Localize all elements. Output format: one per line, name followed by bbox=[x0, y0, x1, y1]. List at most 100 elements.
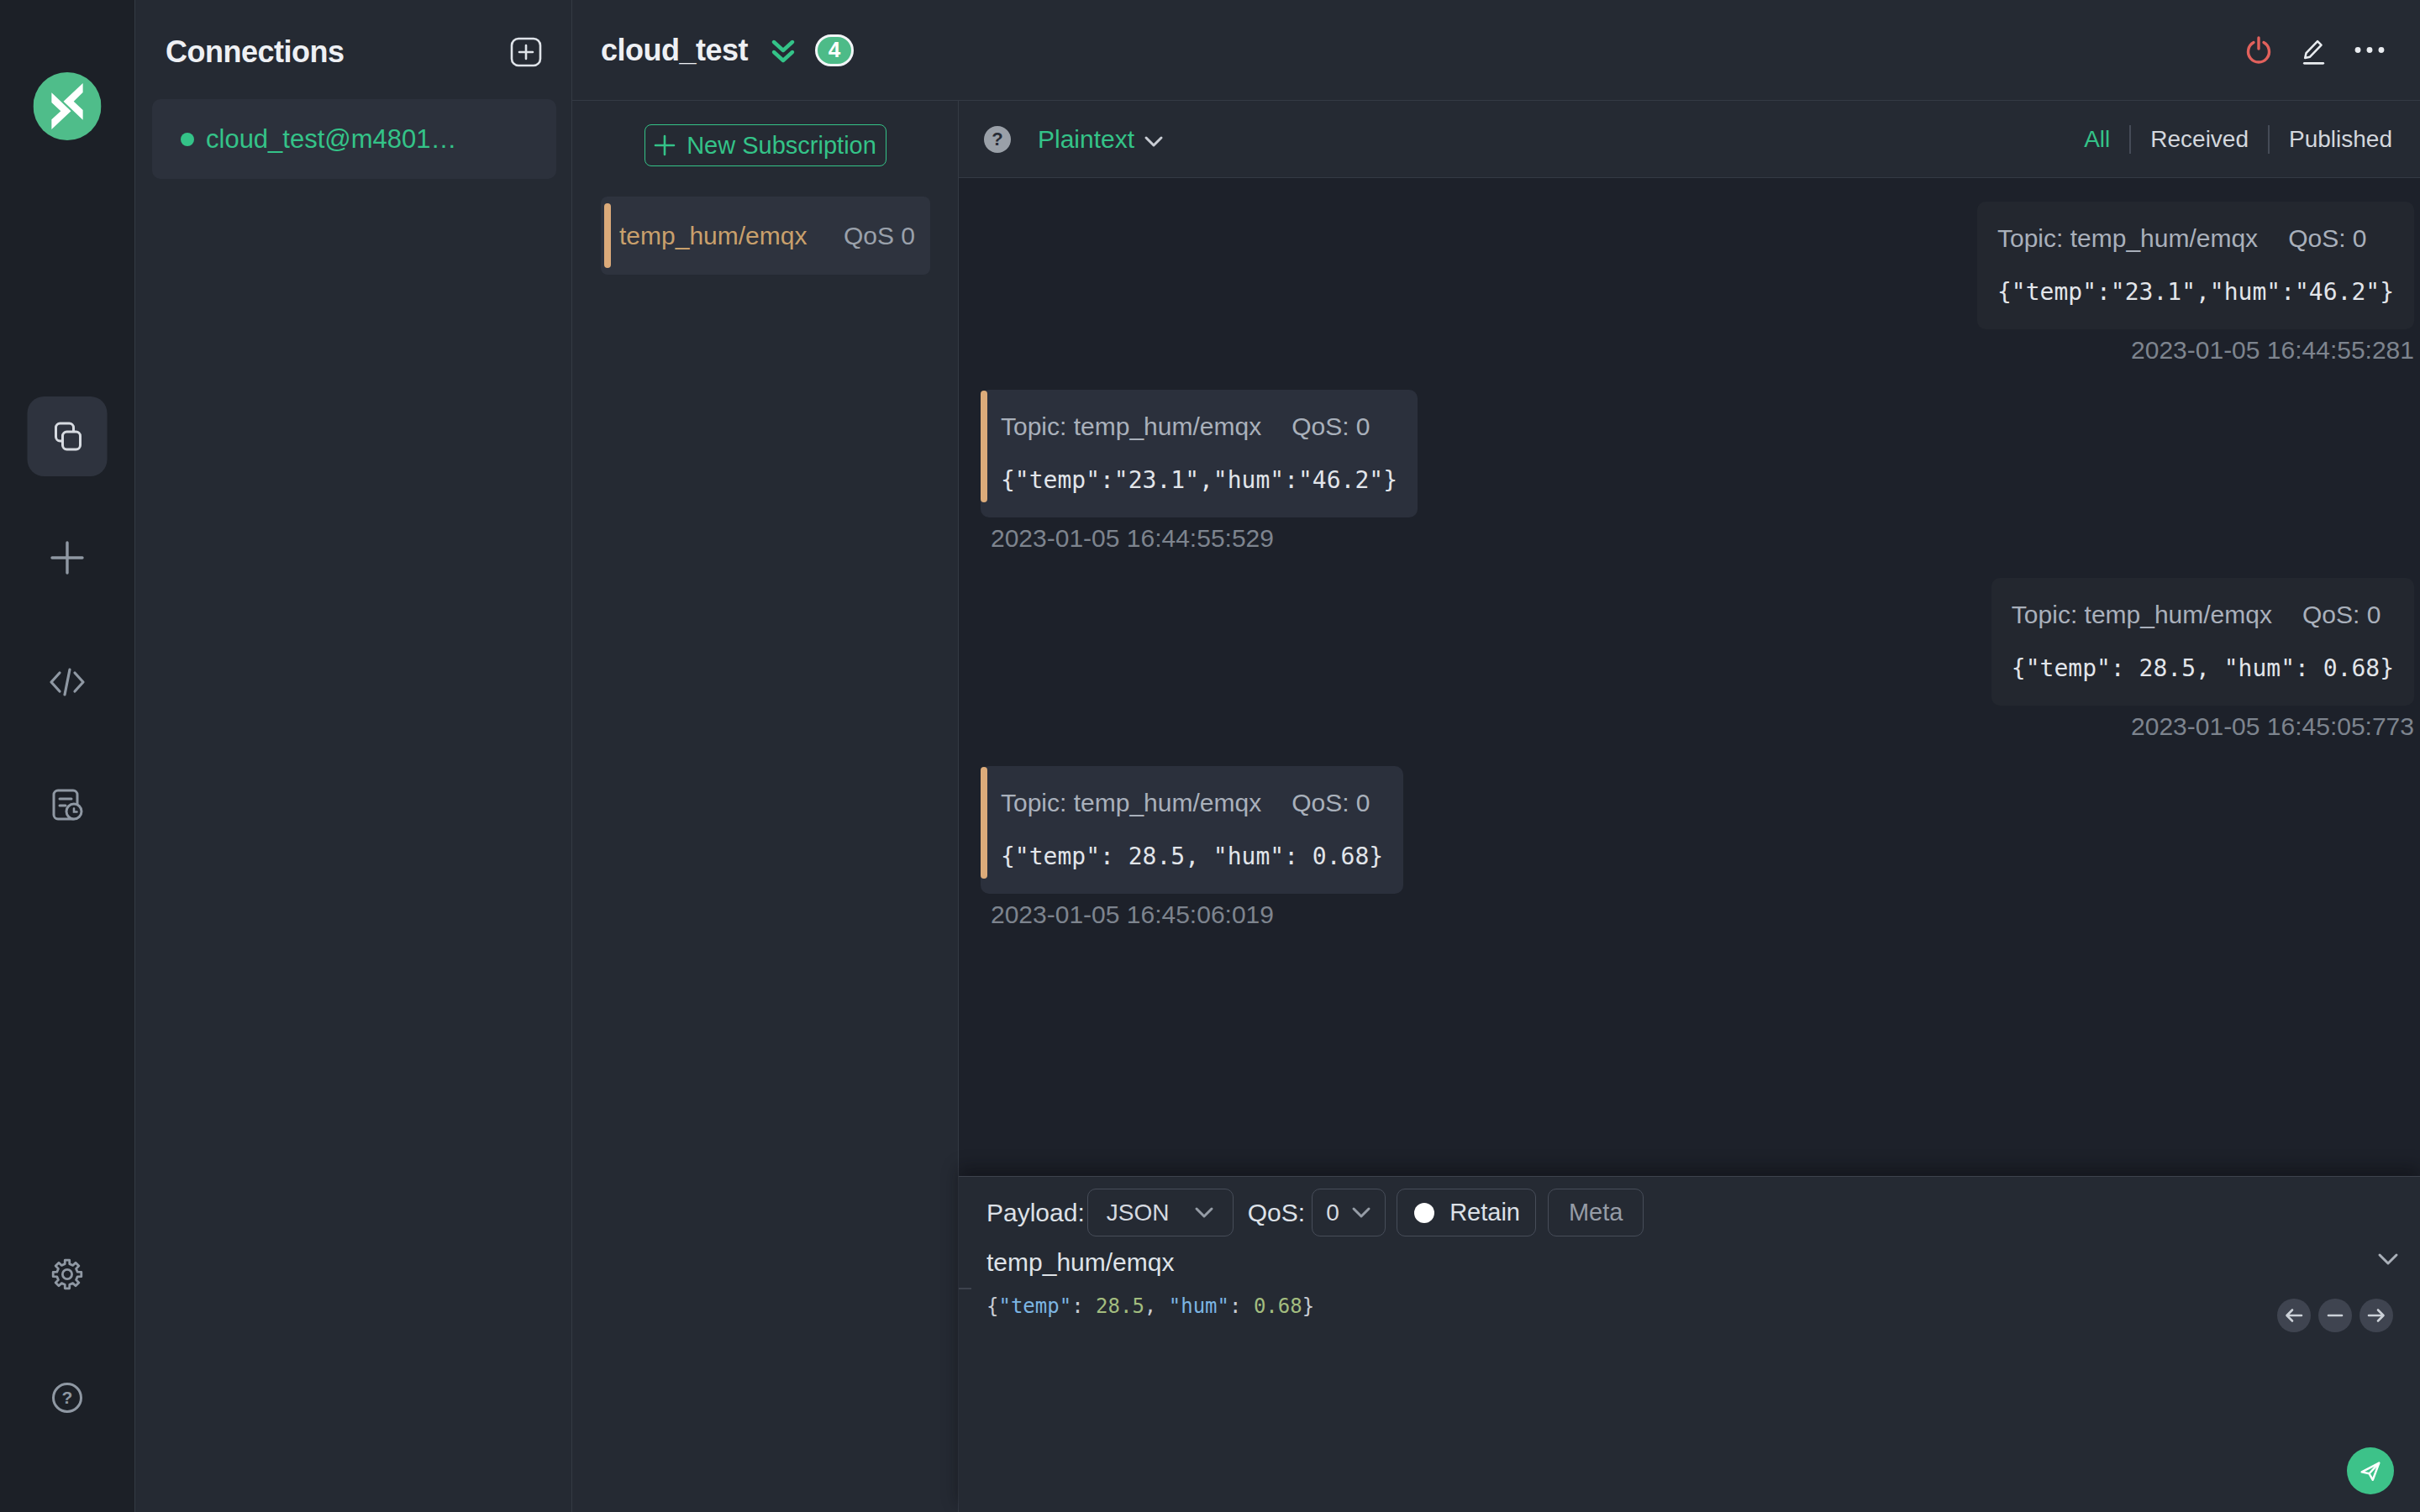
editor-divider bbox=[959, 1288, 971, 1289]
send-plane-icon bbox=[2358, 1458, 2383, 1483]
new-subscription-button[interactable]: New Subscription bbox=[644, 124, 886, 166]
filter-separator bbox=[2129, 125, 2131, 154]
content-row: New Subscription temp_hum/emqx QoS 0 ? P… bbox=[572, 101, 2420, 1512]
minus-icon bbox=[2324, 1306, 2346, 1325]
editor-token: { bbox=[986, 1294, 998, 1318]
plus-icon bbox=[48, 538, 87, 577]
message-color-bar bbox=[981, 767, 987, 879]
connection-list-item[interactable]: cloud_test@m4801… bbox=[152, 99, 556, 179]
payload-format-dropdown[interactable]: JSON bbox=[1087, 1189, 1234, 1236]
qos-label: QoS: bbox=[1248, 1199, 1305, 1227]
more-actions-button[interactable] bbox=[2354, 34, 2385, 67]
publish-controls: Payload: JSON QoS: 0 bbox=[986, 1189, 2420, 1236]
sidebar-item-settings[interactable] bbox=[50, 1257, 84, 1291]
message-timestamp: 2023-01-05 16:45:05:773 bbox=[2131, 712, 2414, 741]
gear-icon bbox=[50, 1257, 84, 1291]
arrow-left-icon bbox=[2283, 1306, 2305, 1325]
sidebar-item-log[interactable] bbox=[50, 788, 85, 823]
connections-title: Connections bbox=[166, 34, 345, 70]
payload-label: Payload: bbox=[986, 1199, 1085, 1227]
filter-published[interactable]: Published bbox=[2289, 126, 2392, 153]
message-topic-line: Topic: temp_hum/emqx QoS: 0 bbox=[1997, 222, 2394, 255]
message-color-bar bbox=[981, 391, 987, 502]
editor-token: 0.68 bbox=[1254, 1294, 1302, 1318]
message-topic-line: Topic: temp_hum/emqx QoS: 0 bbox=[2012, 598, 2394, 632]
history-nav bbox=[2277, 1299, 2393, 1332]
editor-token: } bbox=[1302, 1294, 1314, 1318]
connections-panel-header: Connections bbox=[135, 0, 571, 99]
subscriptions-panel: New Subscription temp_hum/emqx QoS 0 bbox=[572, 101, 959, 1512]
mqttx-logo-icon bbox=[34, 72, 102, 140]
messages-toolbar: ? Plaintext All Received Published bbox=[959, 101, 2420, 178]
message-payload: {"temp": 28.5, "hum": 0.68} bbox=[2012, 652, 2394, 685]
new-connection-button[interactable] bbox=[510, 37, 542, 67]
question-circle-icon: ? bbox=[51, 1382, 83, 1414]
payload-editor[interactable]: {"temp": 28.5, "hum": 0.68} bbox=[986, 1290, 2420, 1322]
connection-name: cloud_test@m4801… bbox=[206, 124, 457, 155]
sidebar-item-new-connection[interactable] bbox=[48, 538, 87, 577]
sidebar-item-connections[interactable] bbox=[28, 396, 108, 476]
message-topic-line: Topic: temp_hum/emqx QoS: 0 bbox=[1001, 410, 1397, 444]
editor-token: : bbox=[1229, 1294, 1254, 1318]
message-bubble[interactable]: Topic: temp_hum/emqx QoS: 0 {"temp":"23.… bbox=[981, 390, 1418, 517]
connection-title: cloud_test bbox=[601, 33, 748, 68]
disconnect-button[interactable] bbox=[2244, 34, 2274, 67]
qos-value: 0 bbox=[1326, 1200, 1339, 1226]
message-received: Topic: temp_hum/emqx QoS: 0 {"temp": 28.… bbox=[981, 766, 1403, 929]
filter-all[interactable]: All bbox=[2084, 126, 2110, 153]
message-published: Topic: temp_hum/emqx QoS: 0 {"temp": 28.… bbox=[1991, 578, 2414, 741]
connection-header: cloud_test 4 bbox=[572, 0, 2420, 101]
message-topic: Topic: temp_hum/emqx bbox=[1001, 786, 1261, 820]
message-bubble[interactable]: Topic: temp_hum/emqx QoS: 0 {"temp": 28.… bbox=[981, 766, 1403, 894]
history-back-button[interactable] bbox=[2277, 1299, 2311, 1332]
arrow-right-icon bbox=[2365, 1306, 2387, 1325]
messages-panel: ? Plaintext All Received Published bbox=[959, 101, 2420, 1512]
message-payload: {"temp":"23.1","hum":"46.2"} bbox=[1997, 276, 2394, 309]
filter-received[interactable]: Received bbox=[2150, 126, 2249, 153]
message-bubble[interactable]: Topic: temp_hum/emqx QoS: 0 {"temp":"23.… bbox=[1977, 202, 2414, 329]
overlapping-squares-icon bbox=[50, 419, 85, 454]
retain-toggle[interactable]: Retain bbox=[1397, 1189, 1536, 1236]
meta-button[interactable]: Meta bbox=[1548, 1189, 1644, 1236]
message-timestamp: 2023-01-05 16:45:06:019 bbox=[981, 900, 1403, 929]
message-topic: Topic: temp_hum/emqx bbox=[1997, 222, 2258, 255]
qos-dropdown[interactable]: 0 bbox=[1312, 1189, 1386, 1236]
retain-label: Retain bbox=[1449, 1199, 1520, 1226]
editor-token: 28.5 bbox=[1096, 1294, 1144, 1318]
editor-token: "temp" bbox=[998, 1294, 1071, 1318]
plus-icon bbox=[654, 134, 676, 156]
retain-radio-icon bbox=[1414, 1203, 1434, 1223]
edit-connection-button[interactable] bbox=[2299, 34, 2329, 67]
sidebar-item-script[interactable] bbox=[48, 664, 87, 701]
message-published: Topic: temp_hum/emqx QoS: 0 {"temp":"23.… bbox=[1977, 202, 2414, 365]
subscription-item[interactable]: temp_hum/emqx QoS 0 bbox=[601, 197, 930, 275]
document-clock-icon bbox=[50, 788, 85, 823]
chevron-down-icon[interactable] bbox=[1143, 134, 1165, 150]
payload-format-value: JSON bbox=[1107, 1200, 1170, 1226]
svg-text:?: ? bbox=[62, 1388, 73, 1407]
send-button[interactable] bbox=[2347, 1447, 2394, 1494]
publish-topic-input[interactable]: temp_hum/emqx bbox=[986, 1248, 2420, 1277]
sidebar-item-help[interactable]: ? bbox=[51, 1382, 83, 1414]
message-bubble[interactable]: Topic: temp_hum/emqx QoS: 0 {"temp": 28.… bbox=[1991, 578, 2414, 706]
message-topic: Topic: temp_hum/emqx bbox=[2012, 598, 2272, 632]
filter-separator bbox=[2268, 125, 2270, 154]
message-qos: QoS: 0 bbox=[1292, 786, 1370, 820]
payload-format-select[interactable]: Plaintext bbox=[1038, 125, 1134, 154]
publish-panel: Payload: JSON QoS: 0 bbox=[959, 1176, 2420, 1512]
payload-help-icon[interactable]: ? bbox=[984, 126, 1011, 153]
double-chevron-down-icon[interactable] bbox=[770, 39, 797, 65]
chevron-down-icon bbox=[1351, 1206, 1371, 1220]
message-topic: Topic: temp_hum/emqx bbox=[1001, 410, 1261, 444]
message-received: Topic: temp_hum/emqx QoS: 0 {"temp":"23.… bbox=[981, 390, 1418, 553]
history-forward-button[interactable] bbox=[2360, 1299, 2393, 1332]
message-qos: QoS: 0 bbox=[2302, 598, 2381, 632]
message-topic-line: Topic: temp_hum/emqx QoS: 0 bbox=[1001, 786, 1383, 820]
pencil-underline-icon bbox=[2299, 33, 2329, 68]
subscription-color-bar bbox=[604, 203, 611, 268]
editor-token: "hum" bbox=[1169, 1294, 1229, 1318]
clear-history-button[interactable] bbox=[2318, 1299, 2352, 1332]
icon-sidebar: ? bbox=[0, 0, 135, 1512]
collapse-editor-icon[interactable] bbox=[2376, 1252, 2400, 1268]
connections-panel: Connections cloud_test@m4801… bbox=[135, 0, 572, 1512]
